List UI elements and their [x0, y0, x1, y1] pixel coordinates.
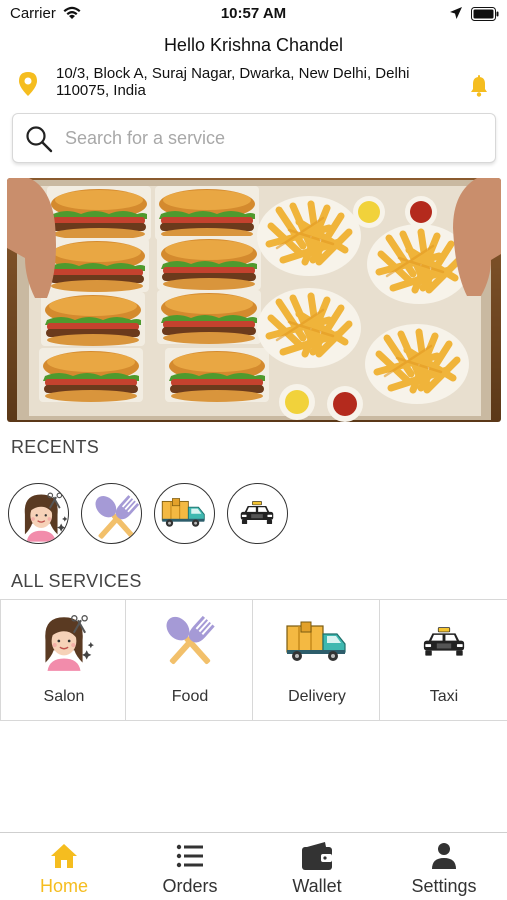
burgers-and-fries-photo: [7, 178, 501, 422]
status-bar: Carrier 10:57 AM: [0, 0, 507, 30]
recent-food[interactable]: [81, 483, 142, 544]
address-row[interactable]: 10/3, Block A, Suraj Nagar, Dwarka, New …: [0, 63, 507, 103]
tab-wallet[interactable]: Wallet: [254, 833, 380, 900]
taxi-icon: [240, 501, 274, 525]
delivery-address: 10/3, Block A, Suraj Nagar, Dwarka, New …: [56, 65, 410, 99]
services-grid: Salon Food Delivery Taxi: [0, 599, 507, 721]
wallet-icon: [302, 842, 332, 870]
food-icon: [158, 610, 222, 674]
salon-icon: [9, 484, 67, 542]
tab-home[interactable]: Home: [1, 833, 127, 900]
tab-label: Settings: [411, 876, 477, 896]
tab-bar: Home Orders Wallet Settings: [0, 832, 507, 900]
tab-label: Wallet: [292, 876, 342, 896]
list-icon: [176, 844, 203, 868]
search-bar[interactable]: [12, 113, 496, 163]
delivery-truck-icon: [286, 621, 346, 662]
all-services-title: ALL SERVICES: [11, 571, 142, 591]
location-arrow-icon: [449, 6, 463, 25]
service-tile-food[interactable]: Food: [127, 600, 253, 720]
recent-taxi[interactable]: [227, 483, 288, 544]
tab-settings[interactable]: Settings: [381, 833, 507, 900]
location-pin-icon: [18, 71, 38, 102]
recent-delivery[interactable]: [154, 483, 215, 544]
service-label: Salon: [43, 688, 85, 705]
tab-label: Orders: [162, 876, 218, 896]
service-tile-taxi[interactable]: Taxi: [381, 600, 507, 720]
battery-icon: [471, 7, 499, 26]
service-label: Delivery: [288, 688, 346, 705]
salon-icon: [31, 609, 97, 675]
bell-icon[interactable]: [469, 75, 489, 102]
person-icon: [432, 843, 456, 869]
recents-title: RECENTS: [11, 437, 100, 457]
delivery-truck-icon: [161, 497, 205, 528]
service-label: Taxi: [429, 688, 459, 705]
search-input[interactable]: [65, 122, 485, 154]
recent-salon[interactable]: [8, 483, 69, 544]
greeting-title: Hello Krishna Chandel: [163, 35, 344, 55]
tab-orders[interactable]: Orders: [127, 833, 253, 900]
home-icon: [51, 844, 77, 868]
food-icon: [82, 484, 140, 542]
taxi-icon: [423, 627, 465, 657]
service-label: Food: [171, 688, 209, 705]
clock: 10:57 AM: [220, 5, 287, 22]
service-tile-salon[interactable]: Salon: [0, 600, 126, 720]
search-icon: [25, 125, 53, 158]
tab-label: Home: [39, 876, 88, 896]
service-tile-delivery[interactable]: Delivery: [254, 600, 380, 720]
promo-banner[interactable]: [7, 178, 501, 422]
